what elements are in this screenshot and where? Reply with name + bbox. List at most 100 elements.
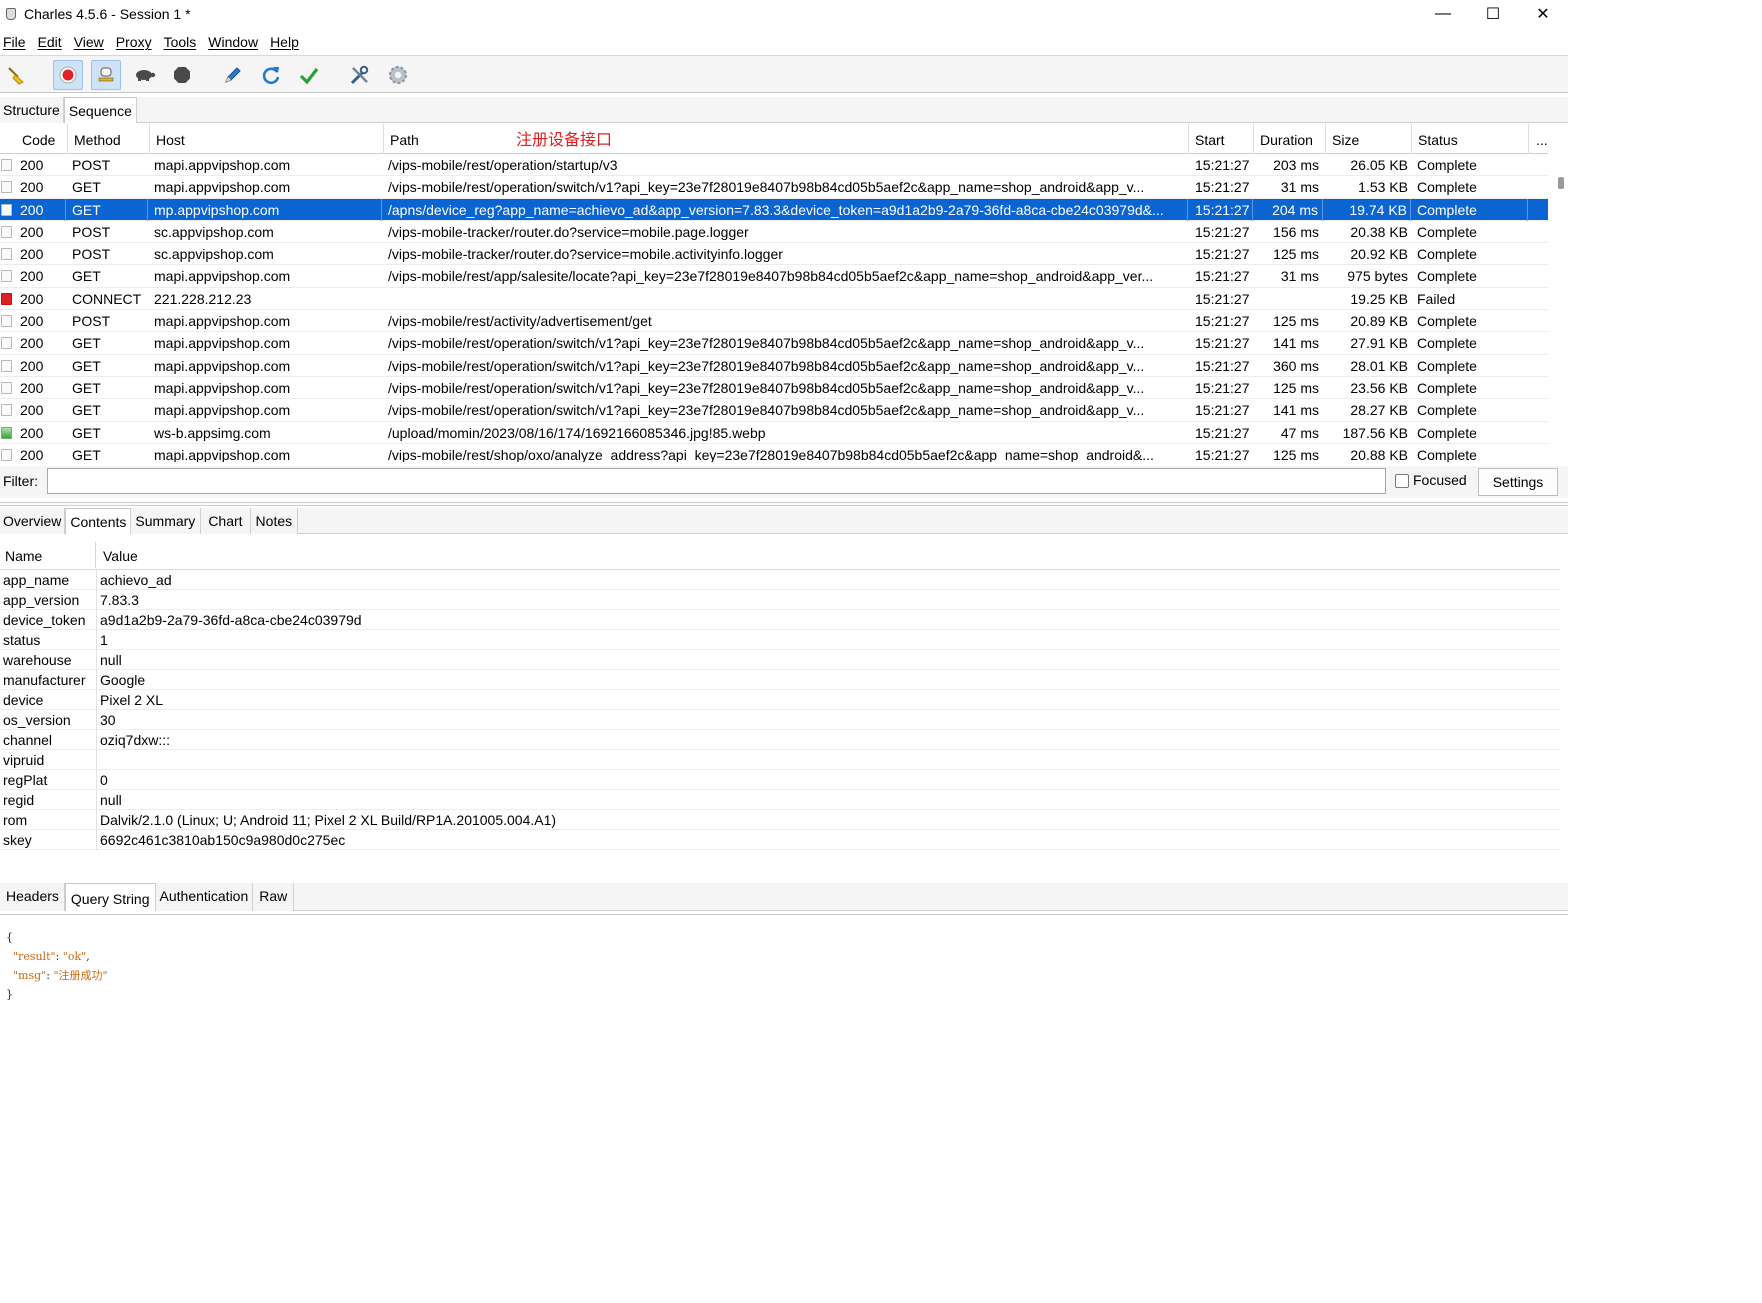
settings-gear-icon[interactable] [383, 60, 413, 90]
cell-code: 200 [20, 290, 44, 307]
cell-start: 15:21:27 [1195, 290, 1250, 307]
table-row[interactable]: 200 GET mapi.appvipshop.com/vips-mobile/re… [0, 399, 1548, 422]
close-button[interactable]: ✕ [1518, 0, 1568, 28]
tools-icon[interactable] [345, 60, 375, 90]
table-row[interactable]: 200 GET mapi.appvipshop.com/vips-mobile/re… [0, 355, 1548, 377]
tab-headers[interactable]: Headers [0, 883, 65, 911]
refresh-icon[interactable] [256, 60, 286, 90]
stop-icon[interactable] [167, 60, 197, 90]
param-row[interactable]: skey 6692c461c3810ab150c9a980d0c275ec [0, 830, 1560, 850]
settings-button[interactable]: Settings [1478, 468, 1558, 496]
col-duration[interactable]: Duration [1254, 124, 1326, 154]
maximize-button[interactable]: ☐ [1468, 0, 1518, 28]
tab-summary[interactable]: Summary [131, 508, 202, 534]
tab-sequence[interactable]: Sequence [63, 97, 137, 123]
tab-overview[interactable]: Overview [0, 508, 66, 534]
cell-status: Complete [1417, 335, 1477, 352]
param-row[interactable]: os_version 30 [0, 710, 1560, 730]
table-row[interactable]: 200 POST sc.appvipshop.com/vips-mobile-tra… [0, 221, 1548, 244]
request-icon [1, 404, 12, 417]
table-row[interactable]: 200 GET mapi.appvipshop.com/vips-mobile/re… [0, 265, 1548, 288]
col-value[interactable]: Value [103, 540, 138, 572]
cell-duration: 47 ms [1280, 424, 1319, 441]
col-start[interactable]: Start [1189, 124, 1254, 154]
table-row[interactable]: 200 GET mapi.appvipshop.com/vips-mobile/re… [0, 332, 1548, 355]
minimize-button[interactable]: — [1418, 0, 1468, 28]
tab-notes[interactable]: Notes [250, 508, 299, 534]
cell-host: mapi.appvipshop.com [154, 402, 291, 419]
col-name[interactable]: Name [5, 540, 42, 572]
param-row[interactable]: status 1 [0, 630, 1560, 650]
col-code[interactable]: Code [16, 124, 68, 154]
tab-query-string[interactable]: Query String [64, 883, 156, 911]
param-row[interactable]: device Pixel 2 XL [0, 690, 1560, 710]
table-row[interactable]: 200 GET mp.appvipshop.com/apns/device_reg?… [0, 198, 1548, 221]
turtle-icon[interactable] [129, 60, 159, 90]
table-row[interactable]: 200 POST sc.appvipshop.com/vips-mobile-tra… [0, 243, 1548, 266]
param-name: manufacturer [3, 672, 86, 688]
param-row[interactable]: regPlat 0 [0, 770, 1560, 790]
cell-size: 19.74 KB [1327, 198, 1411, 221]
sessions-scrollbar[interactable] [1558, 177, 1564, 189]
menu-window[interactable]: Window [205, 31, 261, 53]
focused-checkbox[interactable] [1395, 474, 1409, 488]
menu-tools[interactable]: Tools [161, 31, 200, 53]
cell-path: /vips-mobile/rest/activity/advertisement… [388, 313, 652, 330]
table-row[interactable]: 200 GET mapi.appvipshop.com/vips-mobile/re… [0, 377, 1548, 400]
menu-file[interactable]: File [0, 31, 29, 53]
cell-start: 15:21:27 [1195, 402, 1250, 419]
cell-start: 15:21:27 [1195, 313, 1250, 330]
param-row[interactable]: rom Dalvik/2.1.0 (Linux; U; Android 11; P… [0, 810, 1560, 830]
cell-code: 200 [20, 313, 44, 330]
cell-status: Complete [1417, 313, 1477, 330]
table-row[interactable]: 200 CONNECT 221.228.212.23 15:21:27 19.25 KB… [0, 288, 1548, 311]
param-row[interactable]: vipruid [0, 750, 1560, 770]
table-row[interactable]: 200 GET mapi.appvipshop.com/vips-mobile/re… [0, 444, 1548, 462]
cell-method: GET [72, 446, 101, 462]
filter-input[interactable] [47, 468, 1386, 494]
menu-proxy[interactable]: Proxy [113, 31, 155, 53]
table-row[interactable]: 200 POST mapi.appvipshop.com/vips-mobile/r… [0, 154, 1548, 177]
cell-path: /vips-mobile/rest/operation/switch/v1?ap… [388, 402, 1145, 419]
pen-icon[interactable] [218, 60, 248, 90]
tab-structure[interactable]: Structure [0, 97, 64, 123]
cell-method: POST [72, 313, 111, 330]
response-body[interactable]: { "result": "ok", "msg": "注册成功" } [6, 928, 108, 1004]
param-row[interactable]: app_name achievo_ad [0, 570, 1560, 590]
record-icon[interactable] [53, 60, 83, 90]
cell-start: 15:21:27 [1195, 357, 1250, 374]
col-more[interactable]: ... [1530, 124, 1550, 154]
col-path[interactable]: Path [384, 124, 1189, 154]
param-value: Google [100, 672, 146, 688]
throttle-icon[interactable] [91, 60, 121, 90]
pane-splitter[interactable] [0, 502, 1568, 506]
col-method[interactable]: Method [68, 124, 150, 154]
param-row[interactable]: manufacturer Google [0, 670, 1560, 690]
check-icon[interactable] [294, 60, 324, 90]
table-row[interactable]: 200 GET ws-b.appsimg.com/upload/momin/2023… [0, 422, 1548, 444]
col-status[interactable]: Status [1412, 124, 1529, 154]
cell-path: /vips-mobile-tracker/router.do?service=m… [388, 223, 749, 240]
cell-host: sc.appvipshop.com [154, 223, 274, 240]
col-host[interactable]: Host [150, 124, 384, 154]
table-row[interactable]: 200 POST mapi.appvipshop.com/vips-mobile/r… [0, 310, 1548, 333]
cell-status: Complete [1417, 424, 1477, 441]
menu-view[interactable]: View [71, 31, 107, 53]
col-size[interactable]: Size [1326, 124, 1412, 154]
tab-chart[interactable]: Chart [201, 508, 251, 534]
tab-contents[interactable]: Contents [65, 508, 132, 534]
json-key: "msg" [13, 969, 47, 982]
param-row[interactable]: channel oziq7dxw::: [0, 730, 1560, 750]
param-row[interactable]: app_version 7.83.3 [0, 590, 1560, 610]
param-row[interactable]: device_token a9d1a2b9-2a79-36fd-a8ca-cbe2… [0, 610, 1560, 630]
param-name: rom [3, 812, 28, 828]
table-row[interactable]: 200 GET mapi.appvipshop.com/vips-mobile/re… [0, 176, 1548, 199]
broom-icon[interactable] [2, 60, 32, 90]
menu-help[interactable]: Help [267, 31, 302, 53]
param-row[interactable]: regid null [0, 790, 1560, 810]
tab-raw[interactable]: Raw [253, 883, 295, 911]
param-row[interactable]: warehouse null [0, 650, 1560, 670]
tab-authentication[interactable]: Authentication [155, 883, 254, 911]
menu-edit[interactable]: Edit [35, 31, 65, 53]
cell-start: 15:21:27 [1195, 446, 1250, 462]
